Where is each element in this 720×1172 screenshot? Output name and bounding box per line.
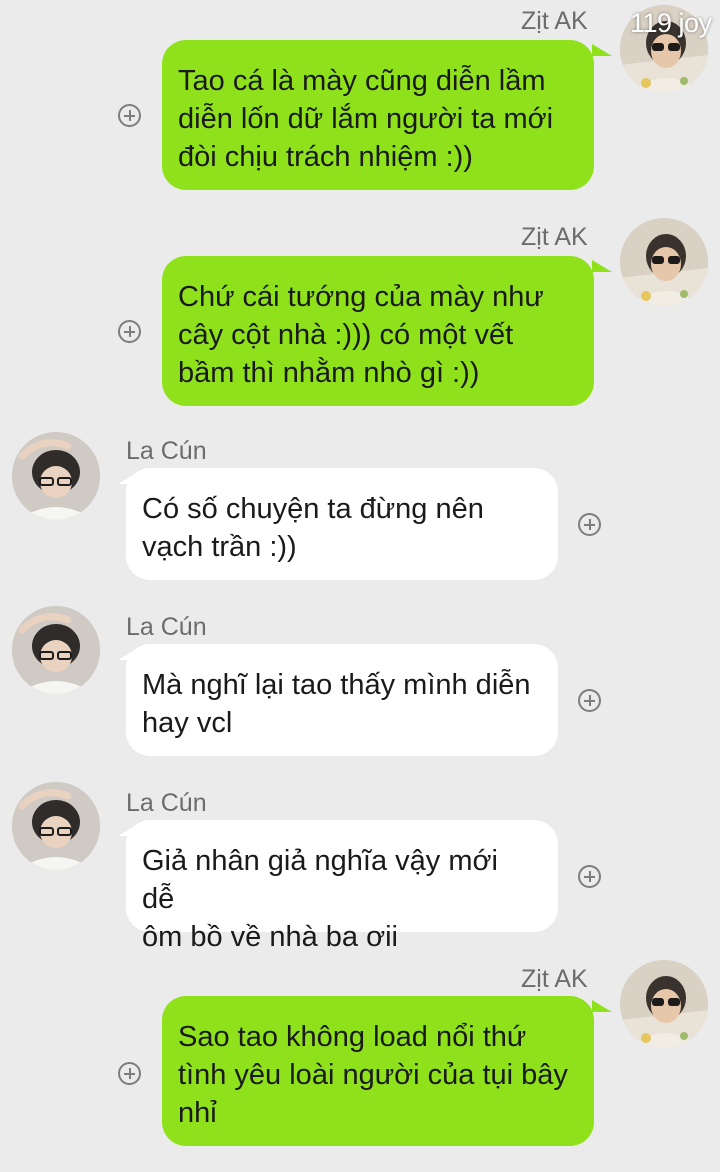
message-bubble[interactable]: Giả nhân giả nghĩa vậy mới dễ ôm bồ về n… <box>126 820 558 953</box>
avatar-zit-ak-icon <box>620 960 708 1048</box>
avatar[interactable] <box>620 218 708 306</box>
message-bubble[interactable]: Tao cá là mày cũng diễn lầm diễn lốn dữ … <box>162 40 594 190</box>
avatar-zit-ak-icon <box>620 218 708 306</box>
avatar-la-cun-icon <box>12 432 100 520</box>
avatar-la-cun-icon <box>12 606 100 694</box>
avatar[interactable] <box>12 782 100 870</box>
message-line: cây cột nhà :))) có một vết <box>178 319 514 351</box>
bubble-tail <box>592 1000 612 1012</box>
message-line: đòi chịu trách nhiệm :)) <box>178 141 473 173</box>
sender-name: La Cún <box>126 437 207 465</box>
message-line: Mà nghĩ lại tao thấy mình diễn <box>142 669 531 701</box>
add-reaction-icon[interactable] <box>118 320 141 343</box>
message-line: hay vcl <box>142 707 233 739</box>
bubble-tail <box>592 44 612 56</box>
message-line: ôm bồ về nhà ba ơii <box>142 921 399 953</box>
add-reaction-icon[interactable] <box>118 104 141 127</box>
message-line: bầm thì nhằm nhò gì :)) <box>178 357 480 389</box>
avatar[interactable] <box>12 432 100 520</box>
sender-name: La Cún <box>126 789 207 817</box>
message-line: nhỉ <box>178 1097 217 1129</box>
message-line: vạch trần :)) <box>142 531 297 563</box>
avatar-la-cun-icon <box>12 782 100 870</box>
avatar[interactable] <box>12 606 100 694</box>
add-reaction-icon[interactable] <box>578 689 601 712</box>
add-reaction-icon[interactable] <box>578 865 601 888</box>
message-line: diễn lốn dữ lắm người ta mới <box>178 103 554 135</box>
message-line: Sao tao không load nổi thứ <box>178 1021 527 1053</box>
sender-name: Zịt AK <box>521 965 588 993</box>
message-bubble[interactable]: Sao tao không load nổi thứ tình yêu loài… <box>162 996 594 1146</box>
message-line: Có số chuyện ta đừng nên <box>142 493 484 525</box>
message-line: Giả nhân giả nghĩa vậy mới dễ <box>142 845 498 915</box>
message-bubble[interactable]: Chứ cái tướng của mày như cây cột nhà :)… <box>162 256 594 406</box>
add-reaction-icon[interactable] <box>118 1062 141 1085</box>
sender-name: Zịt AK <box>521 223 588 251</box>
watermark-text: 119 joy <box>630 8 712 38</box>
bubble-tail <box>592 260 612 272</box>
sender-name: La Cún <box>126 613 207 641</box>
message-line: Tao cá là mày cũng diễn lầm <box>178 65 546 97</box>
avatar[interactable] <box>620 960 708 1048</box>
sender-name: Zịt AK <box>521 7 588 35</box>
message-bubble[interactable]: Mà nghĩ lại tao thấy mình diễn hay vcl <box>126 644 558 756</box>
add-reaction-icon[interactable] <box>578 513 601 536</box>
message-line: Chứ cái tướng của mày như <box>178 281 544 313</box>
message-line: tình yêu loài người của tụi bây <box>178 1059 568 1091</box>
message-bubble[interactable]: Có số chuyện ta đừng nên vạch trần :)) <box>126 468 558 580</box>
